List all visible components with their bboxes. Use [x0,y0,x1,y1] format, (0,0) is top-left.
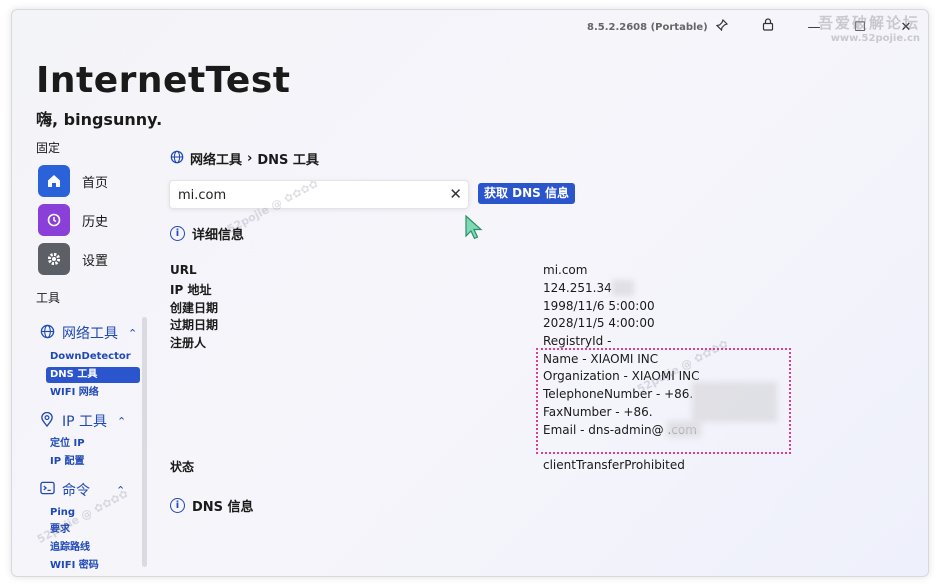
breadcrumb-separator: › [247,151,253,166]
domain-search-box: ✕ [169,180,469,209]
title-bar: 8.5.2.2608 (Portable) — ☐ ✕ 吾爱破解论坛 www.5… [12,10,928,46]
group-label: IP 工具 [62,414,108,430]
app-title: InternetTest [36,60,291,101]
pin-button[interactable] [712,18,732,38]
detail-label-url: URL [170,263,197,277]
sidebar-item-label: 首页 [82,175,109,191]
location-icon [40,411,56,431]
sidebar-item-wifi-password[interactable]: WIFI 密码 [46,558,140,574]
sidebar-item-dns-tools[interactable]: DNS 工具 [46,367,140,383]
version-label: 8.5.2.2608 (Portable) [587,22,708,33]
detail-label-ip: IP 地址 [170,283,212,297]
sidebar-item-wifi-networks[interactable]: WIFI 网络 [46,385,140,401]
breadcrumb-current: DNS 工具 [257,153,319,168]
history-icon [38,204,70,236]
sidebar-item-locate-ip[interactable]: 定位 IP [46,436,140,452]
sidebar-item-downdetector[interactable]: DownDetector [46,349,140,365]
group-label: 网络工具 [62,326,118,342]
breadcrumb: 网络工具 › DNS 工具 [170,149,319,168]
detail-value-created: 1998/11/6 5:00:00 [543,299,655,313]
dns-title: DNS 信息 [192,500,254,515]
group-network-tools[interactable]: 网络工具 ⌃ [40,323,137,343]
tools-section-label: 工具 [36,291,61,305]
info-icon: i [170,226,185,241]
dns-section-header[interactable]: i DNS 信息 [170,496,254,515]
redaction-blur [612,280,634,296]
registrant-highlight-box [536,348,791,454]
detail-value-status: clientTransferProhibited [543,458,685,472]
chevron-up-icon: ⌃ [117,414,127,428]
detail-label-expiry: 过期日期 [170,318,219,332]
greeting: 嗨, bingsunny. [36,110,163,129]
sidebar-item-settings[interactable]: 设置 [38,242,108,276]
detail-value-url: mi.com [543,263,588,277]
detail-value-registrant: RegistryId - [543,334,612,348]
detail-label-created: 创建日期 [170,301,219,315]
pinned-section-label: 固定 [36,141,61,155]
gear-icon [38,243,70,275]
sidebar-item-home[interactable]: 首页 [38,164,108,198]
sidebar-item-history[interactable]: 历史 [38,203,108,237]
sidebar-scrollbar[interactable] [142,317,147,567]
sidebar-item-label: 历史 [82,214,109,230]
watermark: 吾爱破解论坛 www.52pojie.cn [817,14,920,44]
app-window: 8.5.2.2608 (Portable) — ☐ ✕ 吾爱破解论坛 www.5… [11,9,929,577]
lock-button[interactable] [758,18,778,38]
detail-label-registrant: 注册人 [170,336,207,350]
breadcrumb-parent[interactable]: 网络工具 [190,149,242,168]
detail-label-status: 状态 [170,460,195,474]
terminal-icon [40,481,56,499]
lock-icon [762,18,774,31]
get-dns-info-button[interactable]: 获取 DNS 信息 [478,183,576,204]
detail-value-ip: 124.251.34 [543,281,612,295]
group-label: 命令 [62,483,90,499]
group-ip-tools[interactable]: IP 工具 ⌃ [40,411,126,431]
globe-icon [170,150,184,168]
cursor-arrow-icon [465,214,483,240]
clear-icon[interactable]: ✕ [449,185,462,203]
sidebar-item-ip-config[interactable]: IP 配置 [46,454,140,470]
pin-icon [715,18,729,32]
detail-value-expiry: 2028/11/5 4:00:00 [543,316,655,330]
sidebar-item-trace-route[interactable]: 追踪路线 [46,540,140,556]
sidebar-item-label: 设置 [82,253,109,269]
chevron-up-icon: ⌃ [128,326,138,340]
globe-icon [40,324,56,343]
info-icon: i [170,498,185,513]
home-icon [38,165,70,197]
